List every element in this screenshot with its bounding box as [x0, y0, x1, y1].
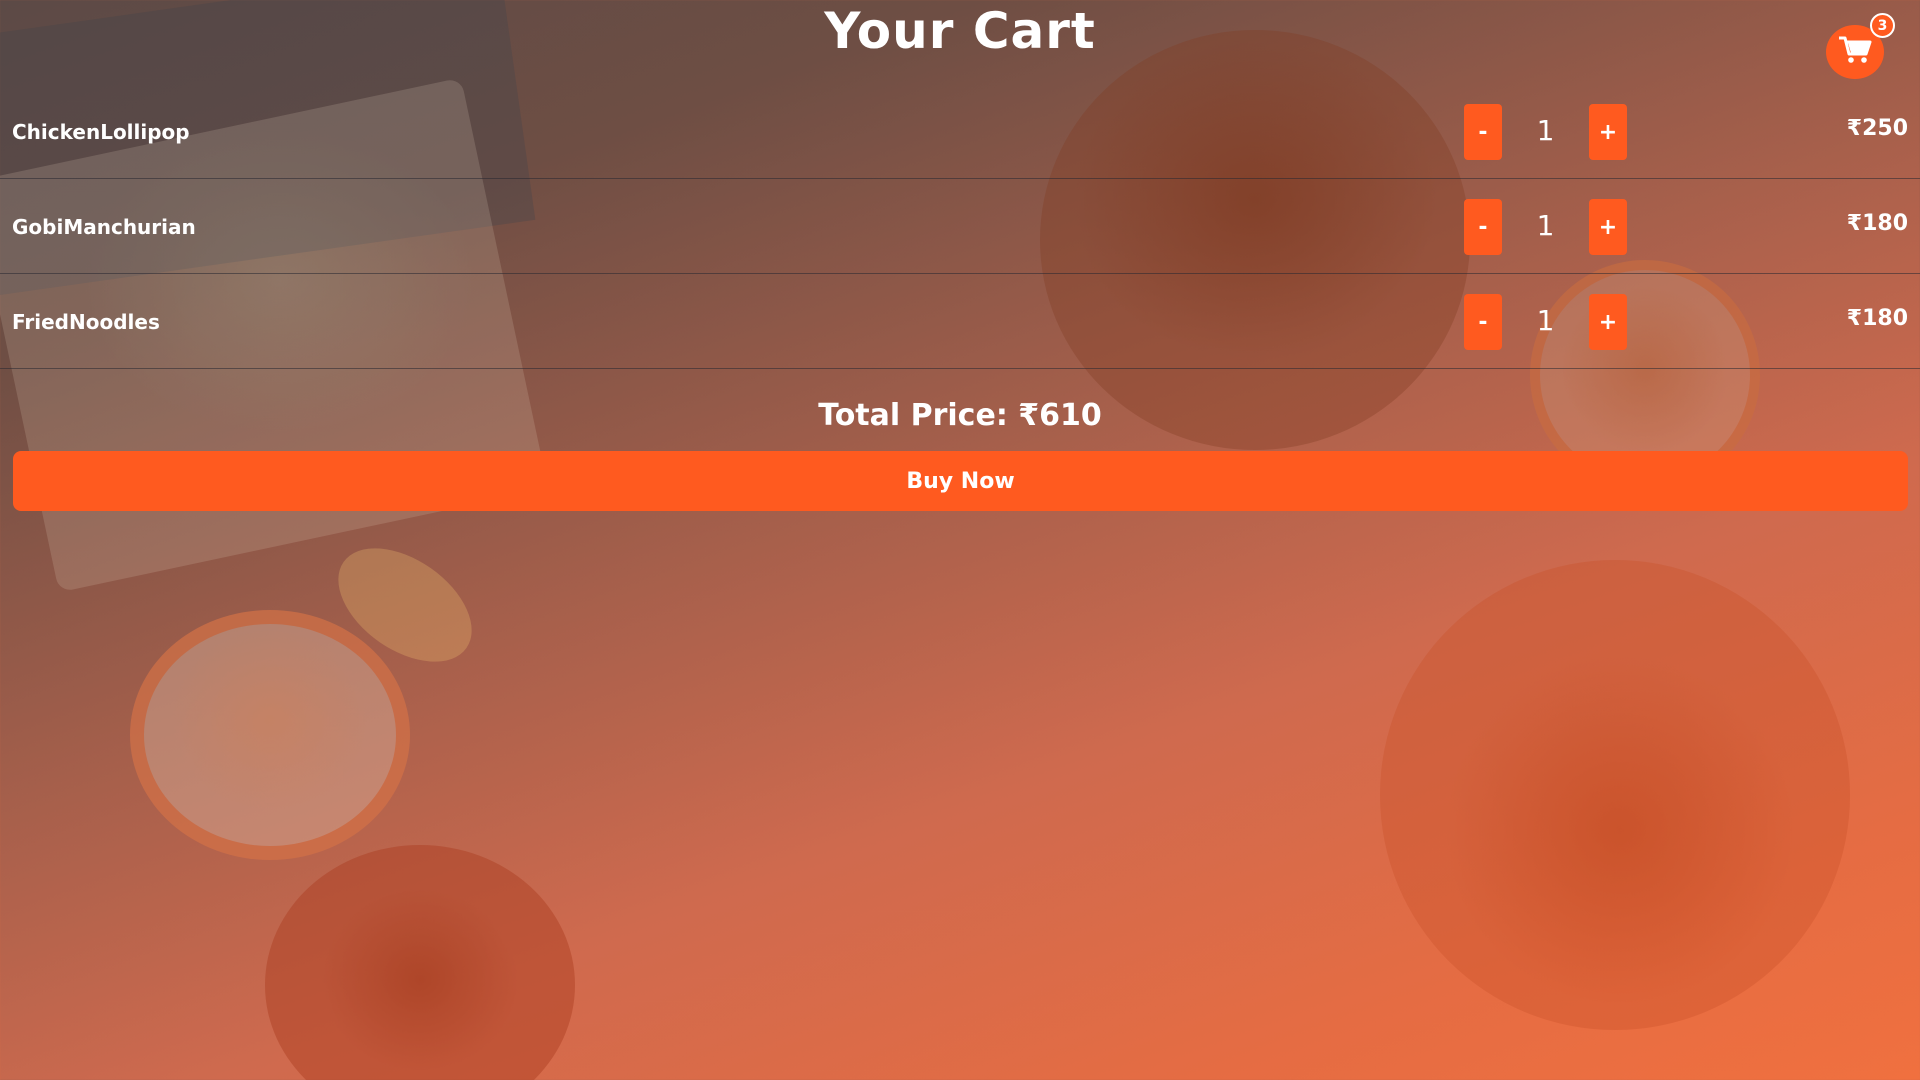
- cart-item-row: GobiManchurian - 1 + ₹180: [0, 179, 1920, 274]
- shopping-cart-icon: [1838, 35, 1872, 69]
- increase-quantity-button[interactable]: +: [1589, 294, 1627, 350]
- decrease-quantity-button[interactable]: -: [1464, 199, 1502, 255]
- item-quantity: 1: [1536, 304, 1555, 337]
- cart-count-badge: 3: [1870, 13, 1895, 38]
- cart-items-list: ChickenLollipop - 1 + ₹250 GobiManchuria…: [0, 84, 1920, 369]
- background-food-bowl: [265, 845, 575, 1080]
- item-name: GobiManchurian: [12, 215, 196, 239]
- buy-now-button[interactable]: Buy Now: [13, 451, 1908, 511]
- item-quantity: 1: [1536, 114, 1555, 147]
- increase-quantity-button[interactable]: +: [1589, 104, 1627, 160]
- cart-item-row: FriedNoodles - 1 + ₹180: [0, 274, 1920, 369]
- item-price: ₹180: [1846, 211, 1908, 236]
- page-title: Your Cart: [824, 2, 1096, 60]
- total-price: Total Price: ₹610: [818, 398, 1102, 433]
- background-dip-bowl: [130, 610, 410, 860]
- item-price: ₹250: [1846, 116, 1908, 141]
- decrease-quantity-button[interactable]: -: [1464, 104, 1502, 160]
- item-price: ₹180: [1846, 306, 1908, 331]
- decrease-quantity-button[interactable]: -: [1464, 294, 1502, 350]
- item-name: FriedNoodles: [12, 310, 160, 334]
- item-name: ChickenLollipop: [12, 120, 190, 144]
- cart-item-row: ChickenLollipop - 1 + ₹250: [0, 84, 1920, 179]
- background-lemon: [317, 525, 493, 685]
- background-food-bowl: [1380, 560, 1850, 1030]
- item-quantity: 1: [1536, 209, 1555, 242]
- increase-quantity-button[interactable]: +: [1589, 199, 1627, 255]
